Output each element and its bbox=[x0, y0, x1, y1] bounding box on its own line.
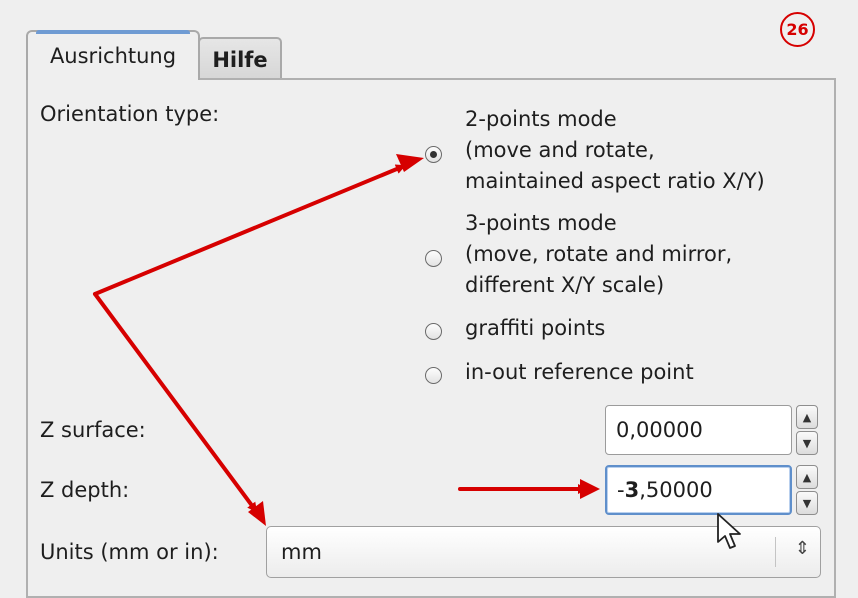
radio-in-out-reference-point[interactable] bbox=[425, 367, 442, 384]
radio-label-graffiti-points[interactable]: graffiti points bbox=[465, 313, 605, 344]
units-selected-value: mm bbox=[281, 540, 322, 564]
radio-label-in-out-reference-point[interactable]: in-out reference point bbox=[465, 357, 694, 388]
mouse-pointer-icon bbox=[717, 513, 741, 549]
combo-separator bbox=[775, 537, 776, 567]
z-surface-input[interactable]: 0,00000 bbox=[605, 405, 792, 455]
orientation-type-label: Orientation type: bbox=[40, 102, 220, 126]
up-down-chevron-icon: ⇕ bbox=[794, 538, 810, 559]
chevron-up-icon[interactable]: ▲ bbox=[796, 465, 818, 489]
radio-2-points-mode[interactable] bbox=[425, 146, 442, 163]
z-depth-input[interactable]: -3,50000 bbox=[605, 465, 792, 515]
units-label: Units (mm or in): bbox=[40, 540, 219, 564]
chevron-down-icon[interactable]: ▼ bbox=[796, 491, 818, 515]
chevron-up-icon[interactable]: ▲ bbox=[796, 405, 818, 429]
radio-label-2-points-mode[interactable]: 2-points mode (move and rotate, maintain… bbox=[465, 104, 765, 197]
step-number-badge: 26 bbox=[780, 12, 815, 47]
z-depth-label: Z depth: bbox=[40, 478, 130, 502]
radio-3-points-mode[interactable] bbox=[425, 250, 442, 267]
z-depth-stepper: ▲ ▼ bbox=[796, 465, 818, 515]
tab-ausrichtung[interactable]: Ausrichtung bbox=[26, 30, 200, 80]
tab-hilfe[interactable]: Hilfe bbox=[198, 37, 282, 80]
tab-label: Hilfe bbox=[212, 47, 268, 72]
tab-label: Ausrichtung bbox=[49, 44, 177, 68]
z-surface-label: Z surface: bbox=[40, 418, 146, 442]
chevron-down-icon[interactable]: ▼ bbox=[796, 431, 818, 455]
radio-graffiti-points[interactable] bbox=[425, 323, 442, 340]
radio-label-3-points-mode[interactable]: 3-points mode (move, rotate and mirror, … bbox=[465, 208, 732, 301]
z-surface-stepper: ▲ ▼ bbox=[796, 405, 818, 455]
